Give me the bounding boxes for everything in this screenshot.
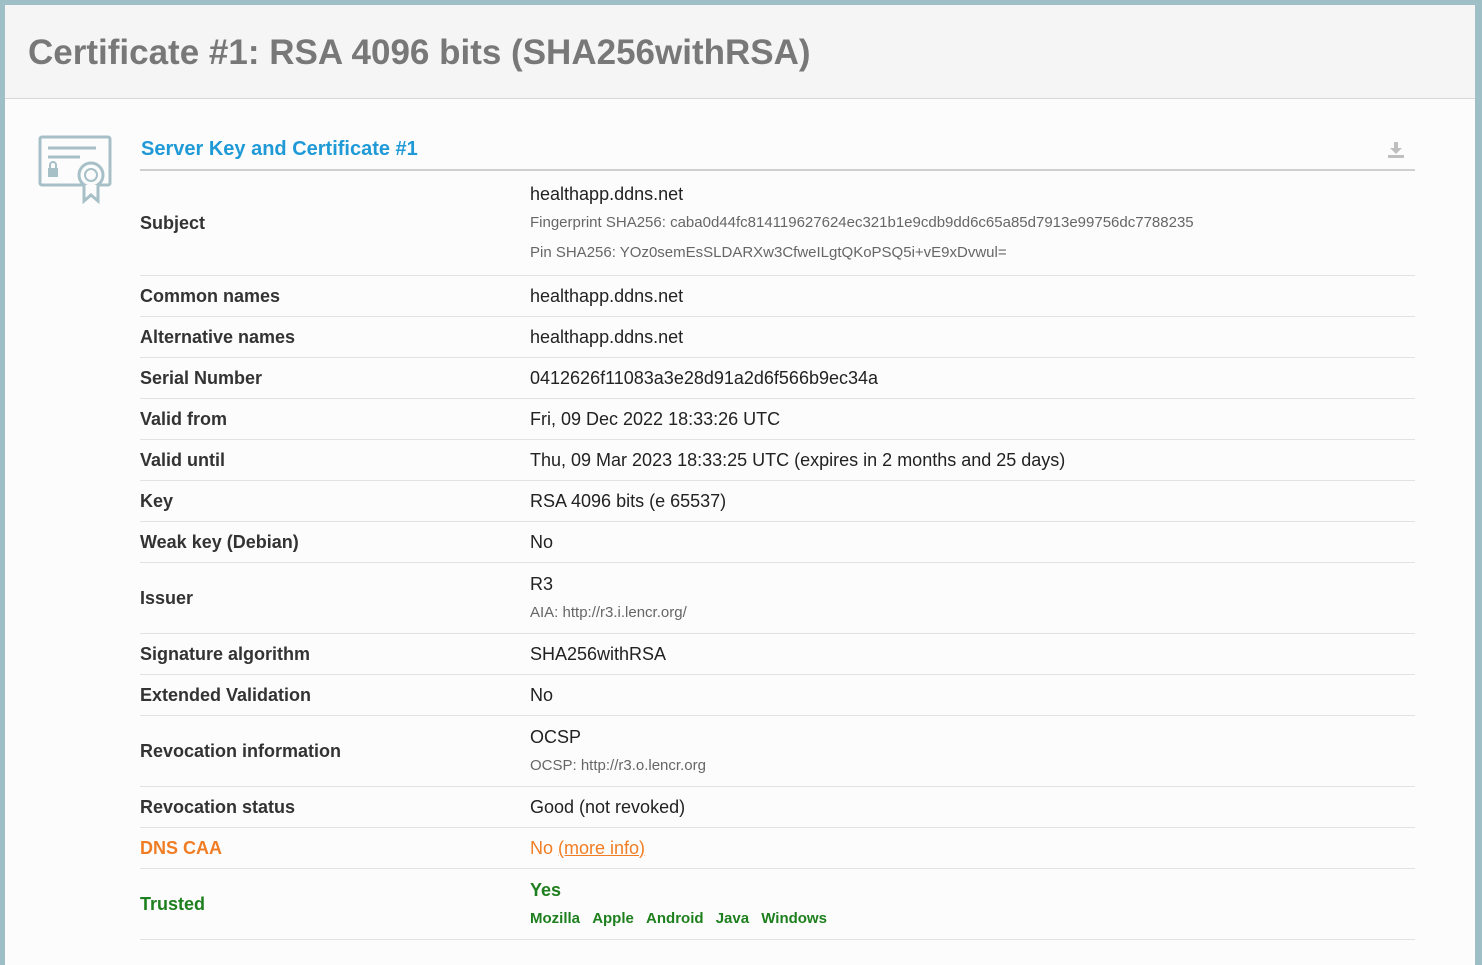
table-row-subject: Subject healthapp.ddns.net Fingerprint S… [140,171,1415,276]
pin-sha256: Pin SHA256: YOz0semEsSLDARXw3CfweILgtQKo… [530,244,1007,261]
dns-caa-value: No [530,837,554,858]
ocsp-url: OCSP: http://r3.o.lencr.org [530,757,706,774]
table-row-signature-algorithm: Signature algorithm SHA256withRSA [140,634,1415,675]
row-value: Fri, 09 Dec 2022 18:33:26 UTC [530,408,781,429]
trust-store-apple: Apple [592,910,634,927]
row-value: No [530,684,554,705]
row-value: R3 AIA: http://r3.i.lencr.org/ [530,573,1415,623]
table-row-key: Key RSA 4096 bits (e 65537) [140,481,1415,522]
trust-store-mozilla: Mozilla [530,910,581,927]
revocation-value: OCSP [530,727,582,747]
certificate-table: Subject healthapp.ddns.net Fingerprint S… [140,171,1415,940]
row-label: Serial Number [140,367,263,388]
subject-value: healthapp.ddns.net [530,184,684,204]
row-value: healthapp.ddns.net [530,285,684,306]
section-header: Server Key and Certificate #1 [140,133,1415,171]
page-frame: Certificate #1: RSA 4096 bits (SHA256wit… [5,5,1475,965]
table-row-extended-validation: Extended Validation No [140,675,1415,716]
row-value: No (more info) [530,838,1415,859]
table-row-issuer: Issuer R3 AIA: http://r3.i.lencr.org/ [140,563,1415,634]
table-row-common-names: Common names healthapp.ddns.net [140,276,1415,317]
table-row-dns-caa: DNS CAA No (more info) [140,828,1415,869]
row-label: Extended Validation [140,684,312,705]
trust-store-android: Android [646,910,704,927]
table-row-alternative-names: Alternative names healthapp.ddns.net [140,317,1415,358]
table-row-valid-from: Valid from Fri, 09 Dec 2022 18:33:26 UTC [140,399,1415,440]
row-value: OCSP OCSP: http://r3.o.lencr.org [530,726,1415,776]
row-label: Issuer [140,587,194,608]
table-row-valid-until: Valid until Thu, 09 Mar 2023 18:33:25 UT… [140,440,1415,481]
row-label: Trusted [140,893,206,914]
certificate-icon [38,135,112,205]
row-label: DNS CAA [140,837,223,858]
more-info-link[interactable]: (more info) [558,838,645,858]
table-row-serial-number: Serial Number 0412626f11083a3e28d91a2d6f… [140,358,1415,399]
row-label: Subject [140,212,206,233]
issuer-value: R3 [530,574,554,594]
row-value: healthapp.ddns.net [530,326,684,347]
page-title: Certificate #1: RSA 4096 bits (SHA256wit… [28,33,811,72]
fingerprint-sha256: Fingerprint SHA256: caba0d44fc8141196276… [530,214,1194,231]
table-row-trusted: Trusted Yes Mozilla Apple Android Java W… [140,869,1415,940]
row-value: Good (not revoked) [530,796,686,817]
row-value: Thu, 09 Mar 2023 18:33:25 UTC (expires i… [530,449,1066,470]
page-header: Certificate #1: RSA 4096 bits (SHA256wit… [5,5,1475,99]
row-label: Alternative names [140,326,296,347]
table-row-revocation-information: Revocation information OCSP OCSP: http:/… [140,716,1415,787]
row-value: SHA256withRSA [530,643,667,664]
row-value: Yes Mozilla Apple Android Java Windows [530,879,1415,929]
row-label: Key [140,490,174,511]
download-icon[interactable] [1387,141,1405,159]
row-value: No [530,531,554,552]
row-value: 0412626f11083a3e28d91a2d6f566b9ec34a [530,367,879,388]
row-value: RSA 4096 bits (e 65537) [530,490,727,511]
row-label: Common names [140,285,281,306]
trusted-value: Yes [530,880,562,900]
trust-store-windows: Windows [761,910,827,927]
trust-store-list: Mozilla Apple Android Java Windows [530,909,1415,929]
table-row-weak-key: Weak key (Debian) No [140,522,1415,563]
row-label: Revocation information [140,740,342,761]
trust-store-java: Java [715,910,750,927]
issuer-aia: AIA: http://r3.i.lencr.org/ [530,604,687,621]
row-label: Weak key (Debian) [140,531,299,552]
row-label: Signature algorithm [140,643,311,664]
row-label: Valid until [140,449,226,470]
section-title: Server Key and Certificate #1 [141,138,418,160]
row-value: healthapp.ddns.net Fingerprint SHA256: c… [530,183,1415,263]
row-label: Revocation status [140,796,296,817]
table-row-revocation-status: Revocation status Good (not revoked) [140,787,1415,828]
row-label: Valid from [140,408,228,429]
